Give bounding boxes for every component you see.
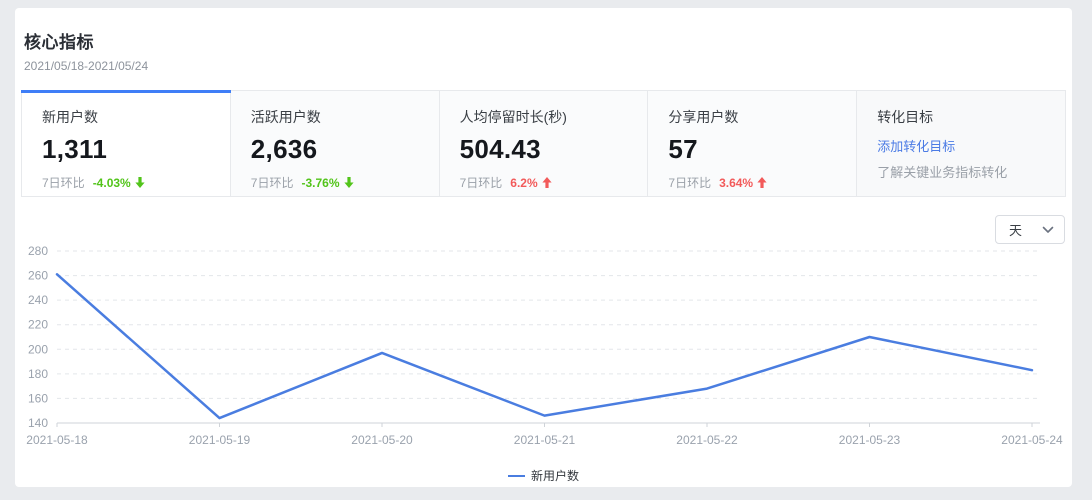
svg-text:2021-05-21: 2021-05-21 xyxy=(514,433,576,447)
goal-description: 了解关键业务指标转化 xyxy=(877,165,1008,180)
compare-label: 7日环比 xyxy=(42,176,85,190)
compare-label: 7日环比 xyxy=(459,176,503,190)
metric-label: 分享用户数 xyxy=(668,109,739,125)
goal-title: 转化目标 xyxy=(877,109,934,125)
add-conversion-goal-link[interactable]: 添加转化目标 xyxy=(877,136,1051,155)
trend-down-icon xyxy=(135,177,145,188)
metric-change: 6.2% xyxy=(510,175,538,190)
core-metrics-panel: 核心指标 2021/05/18-2021/05/24 新用户数 1,311 7日… xyxy=(15,8,1072,487)
svg-text:140: 140 xyxy=(28,416,48,430)
metric-label: 新用户数 xyxy=(42,109,98,125)
legend-label: 新用户数 xyxy=(530,469,579,483)
dashboard: 核心指标 2021/05/18-2021/05/24 新用户数 1,311 7日… xyxy=(0,0,1092,500)
metric-label: 活跃用户数 xyxy=(250,109,321,125)
metric-change: -3.76% xyxy=(301,175,340,190)
metric-comparison: 7日环比 3.64% xyxy=(668,174,842,191)
compare-label: 7日环比 xyxy=(668,176,712,190)
granularity-value: 天 xyxy=(1009,223,1023,238)
trend-line-chart: 140 160 180 200 220 240 260 280 2021-05-18 2021-0… xyxy=(26,245,1063,447)
metric-value: 57 xyxy=(668,134,698,164)
metric-value: 2,636 xyxy=(250,134,318,164)
metric-comparison: 7日环比 -4.03% xyxy=(42,174,216,191)
svg-text:160: 160 xyxy=(28,391,48,405)
metric-comparison: 7日环比 -3.76% xyxy=(251,174,425,191)
page-title: 核心指标 xyxy=(24,33,94,52)
svg-text:2021-05-24: 2021-05-24 xyxy=(1001,433,1063,447)
svg-text:2021-05-20: 2021-05-20 xyxy=(351,433,413,447)
trend-down-icon xyxy=(343,177,354,188)
metric-card-tabs: 新用户数 1,311 7日环比 -4.03% 活跃用户数 2,636 7日环比 … xyxy=(21,90,1066,197)
svg-text:2021-05-23: 2021-05-23 xyxy=(839,433,901,447)
svg-text:240: 240 xyxy=(28,293,48,307)
legend-item-new-users[interactable]: 新用户数 xyxy=(507,467,579,484)
metric-change: 3.64% xyxy=(719,175,754,190)
conversion-goal-card: 转化目标 添加转化目标 了解关键业务指标转化 xyxy=(857,91,1065,196)
svg-text:200: 200 xyxy=(28,342,48,356)
svg-text:260: 260 xyxy=(28,269,48,283)
metric-comparison: 7日环比 6.2% xyxy=(460,174,634,191)
metric-card-active-users[interactable]: 活跃用户数 2,636 7日环比 -3.76% xyxy=(230,91,440,196)
svg-text:2021-05-18: 2021-05-18 xyxy=(26,433,88,447)
metric-card-new-users[interactable]: 新用户数 1,311 7日环比 -4.03% xyxy=(21,90,231,196)
svg-text:280: 280 xyxy=(28,245,48,258)
metric-label: 人均停留时长(秒) xyxy=(459,109,567,125)
trend-up-icon xyxy=(542,177,552,188)
svg-text:2021-05-19: 2021-05-19 xyxy=(189,433,251,447)
metric-card-avg-stay-duration[interactable]: 人均停留时长(秒) 504.43 7日环比 6.2% xyxy=(439,91,649,196)
svg-text:180: 180 xyxy=(28,367,48,381)
date-range: 2021/05/18-2021/05/24 xyxy=(24,59,149,73)
trend-up-icon xyxy=(757,177,767,188)
chevron-down-icon xyxy=(1042,226,1054,233)
metric-change: -4.03% xyxy=(92,175,131,190)
metric-value: 504.43 xyxy=(459,134,541,164)
granularity-select[interactable]: 天 xyxy=(995,215,1065,244)
legend-line-mark xyxy=(507,474,525,477)
metric-card-share-users[interactable]: 分享用户数 57 7日环比 3.64% xyxy=(648,91,858,196)
metric-value: 1,311 xyxy=(42,134,108,164)
compare-label: 7日环比 xyxy=(250,176,294,190)
chart-legend: 新用户数 xyxy=(15,467,1072,484)
svg-text:220: 220 xyxy=(28,318,48,332)
svg-text:2021-05-22: 2021-05-22 xyxy=(676,433,738,447)
